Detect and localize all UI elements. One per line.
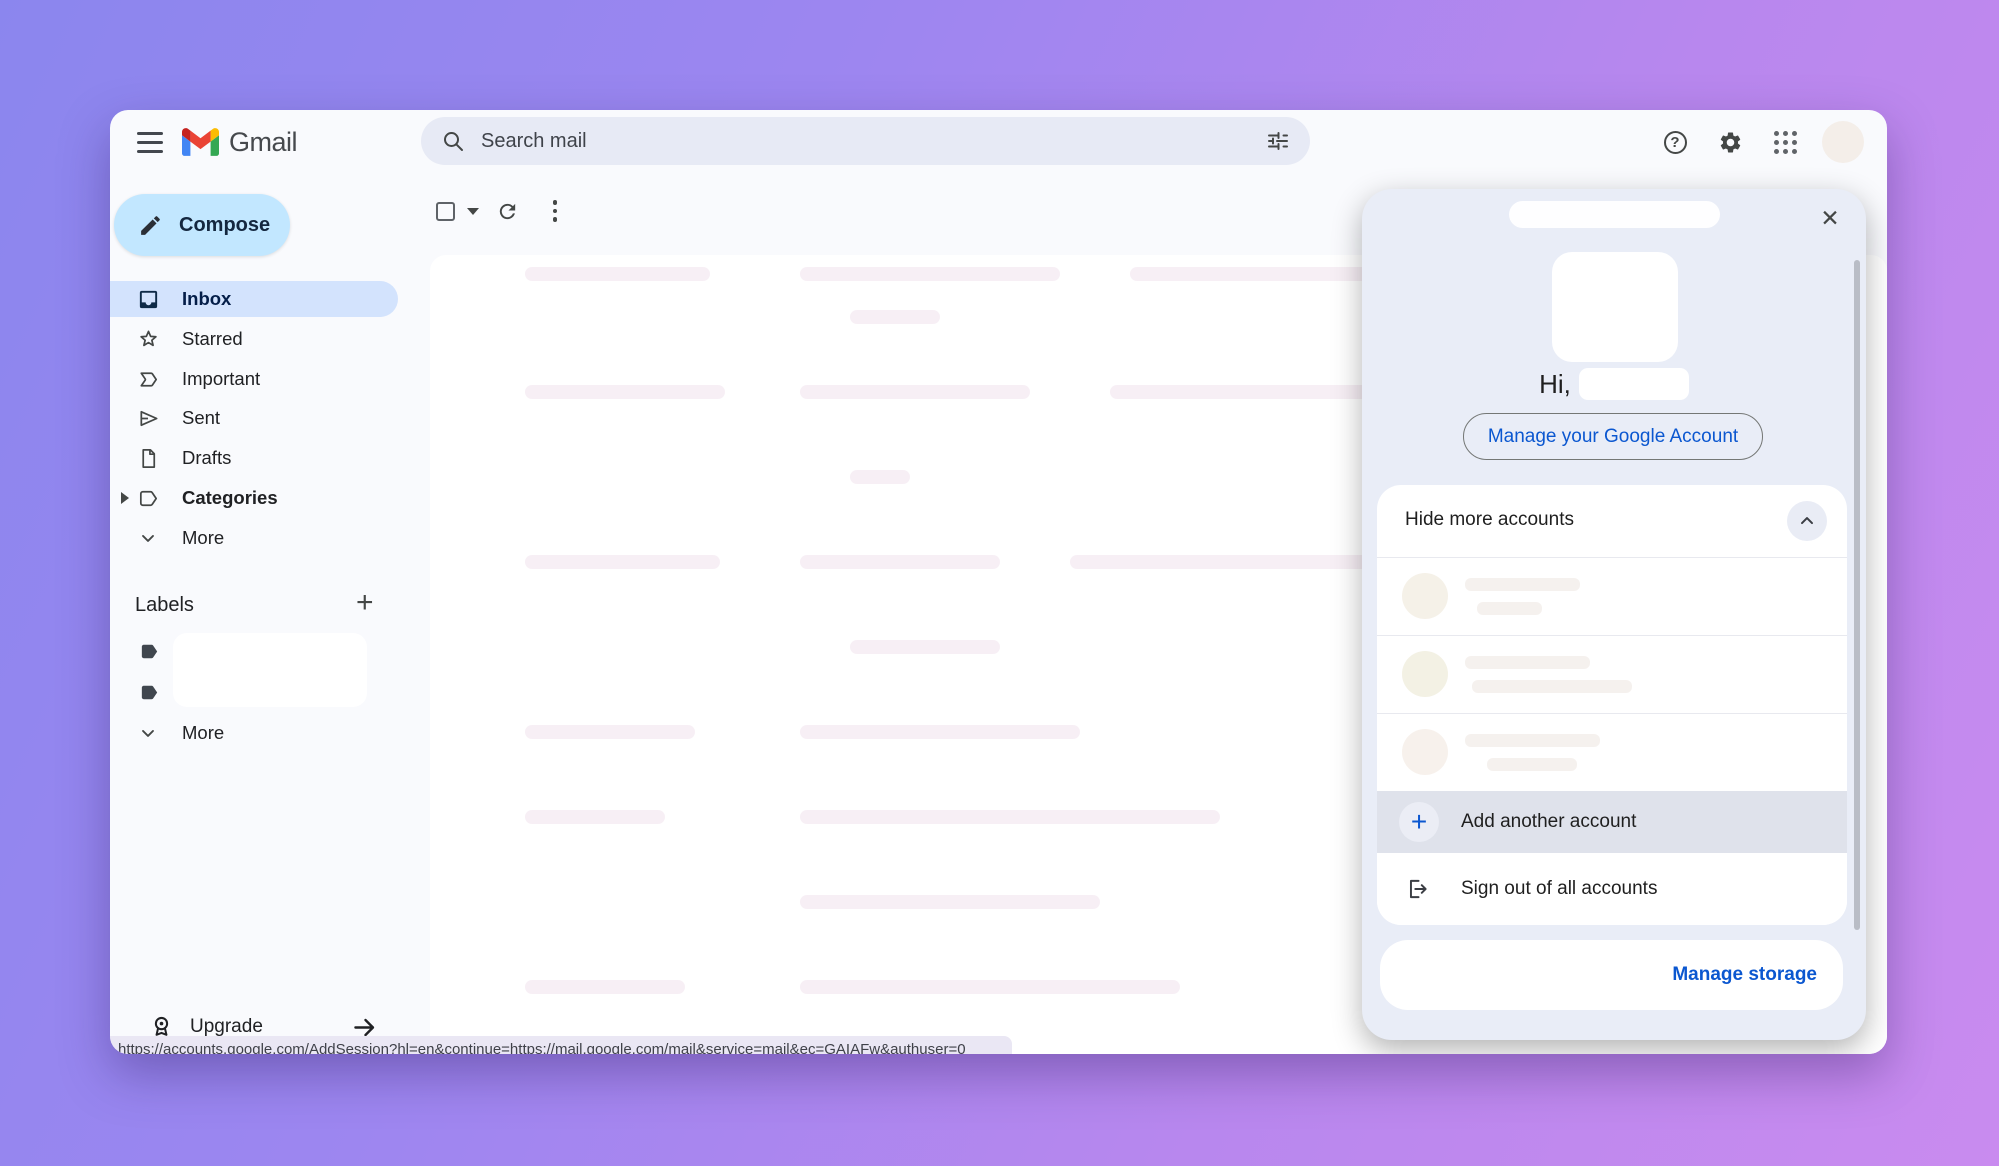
sign-out-icon	[1405, 876, 1431, 907]
labels-redaction-blur	[173, 633, 367, 707]
manage-storage-link[interactable]: Manage storage	[1672, 964, 1817, 986]
category-tag-icon	[136, 486, 160, 510]
gmail-window: Gmail Search mail ?	[110, 110, 1887, 1054]
main-menu-icon[interactable]	[130, 124, 170, 160]
account-menu-popup: ✕ Hi, Manage your Google Account Hide mo…	[1362, 189, 1866, 1040]
sidebar-item-important[interactable]: Important	[110, 361, 398, 397]
label-tag-icon	[138, 640, 161, 668]
profile-avatar[interactable]	[1822, 121, 1864, 163]
expand-triangle-icon[interactable]	[121, 492, 129, 504]
list-toolbar	[436, 196, 575, 226]
status-url: https://accounts.google.com/AddSession?h…	[118, 1041, 1002, 1054]
settings-button[interactable]	[1710, 122, 1750, 162]
sidebar-item-more[interactable]: More	[110, 520, 398, 556]
send-icon	[136, 406, 160, 430]
close-icon: ✕	[1820, 205, 1839, 232]
gmail-wordmark: Gmail	[229, 127, 297, 158]
account-row[interactable]	[1377, 636, 1847, 713]
inbox-icon	[136, 287, 160, 311]
sidebar-item-starred[interactable]: Starred	[110, 321, 398, 357]
compose-button[interactable]: Compose	[114, 194, 290, 256]
sidebar-item-inbox[interactable]: Inbox	[110, 281, 398, 317]
chevron-down-icon	[136, 526, 160, 550]
refresh-button[interactable]	[487, 196, 527, 226]
storage-card: Manage storage	[1380, 940, 1843, 1010]
create-label-button[interactable]: +	[356, 586, 374, 620]
accounts-card: Hide more accounts	[1377, 485, 1847, 925]
hide-more-accounts-toggle[interactable]: Hide more accounts	[1377, 485, 1847, 557]
search-placeholder: Search mail	[481, 130, 1266, 153]
gmail-m-icon	[182, 128, 219, 156]
compose-label: Compose	[179, 214, 270, 237]
support-button[interactable]: ?	[1655, 122, 1695, 162]
labels-section-header: Labels +	[110, 592, 398, 622]
manage-google-account-button[interactable]: Manage your Google Account	[1463, 413, 1763, 460]
star-icon	[136, 327, 160, 351]
more-options-button[interactable]	[535, 196, 575, 226]
gear-icon	[1718, 130, 1743, 155]
pencil-icon	[138, 213, 163, 238]
important-marker-icon	[136, 367, 160, 391]
status-bar: https://accounts.google.com/AddSession?h…	[110, 1036, 1012, 1054]
add-another-account-button[interactable]: + Add another account	[1377, 791, 1847, 853]
labels-title: Labels	[135, 594, 194, 617]
label-tag-icon	[138, 681, 161, 709]
sidebar-item-categories[interactable]: Categories	[110, 480, 398, 516]
close-popup-button[interactable]: ✕	[1814, 202, 1846, 234]
account-row[interactable]	[1377, 714, 1847, 791]
google-apps-button[interactable]	[1765, 122, 1805, 162]
select-all-checkbox[interactable]	[436, 202, 455, 221]
popup-scrollbar[interactable]	[1854, 260, 1860, 930]
chevron-down-icon	[136, 721, 160, 745]
account-row[interactable]	[1377, 558, 1847, 635]
search-icon[interactable]	[441, 129, 465, 153]
plus-icon: +	[1399, 802, 1439, 842]
search-input[interactable]: Search mail	[421, 117, 1310, 165]
vertical-dots-icon	[553, 200, 558, 222]
sign-out-all-button[interactable]: Sign out of all accounts	[1377, 853, 1847, 925]
sidebar-labels-more[interactable]: More	[110, 715, 398, 751]
greeting-row: Hi,	[1362, 368, 1866, 400]
help-icon: ?	[1664, 131, 1687, 154]
draft-file-icon	[136, 446, 160, 470]
gmail-logo: Gmail	[182, 123, 297, 161]
refresh-icon	[496, 200, 519, 223]
search-options-icon[interactable]	[1266, 129, 1290, 153]
account-avatar-blur[interactable]	[1552, 252, 1678, 362]
chevron-up-icon	[1797, 511, 1817, 531]
select-dropdown-icon[interactable]	[467, 208, 479, 215]
collapse-accounts-button[interactable]	[1787, 501, 1827, 541]
apps-grid-icon	[1774, 131, 1797, 154]
greeting-text: Hi,	[1539, 369, 1571, 400]
sidebar-item-sent[interactable]: Sent	[110, 400, 398, 436]
upgrade-label: Upgrade	[190, 1016, 263, 1038]
sidebar-item-drafts[interactable]: Drafts	[110, 440, 398, 476]
account-name-blur	[1579, 368, 1689, 400]
account-email-blur	[1509, 201, 1720, 228]
